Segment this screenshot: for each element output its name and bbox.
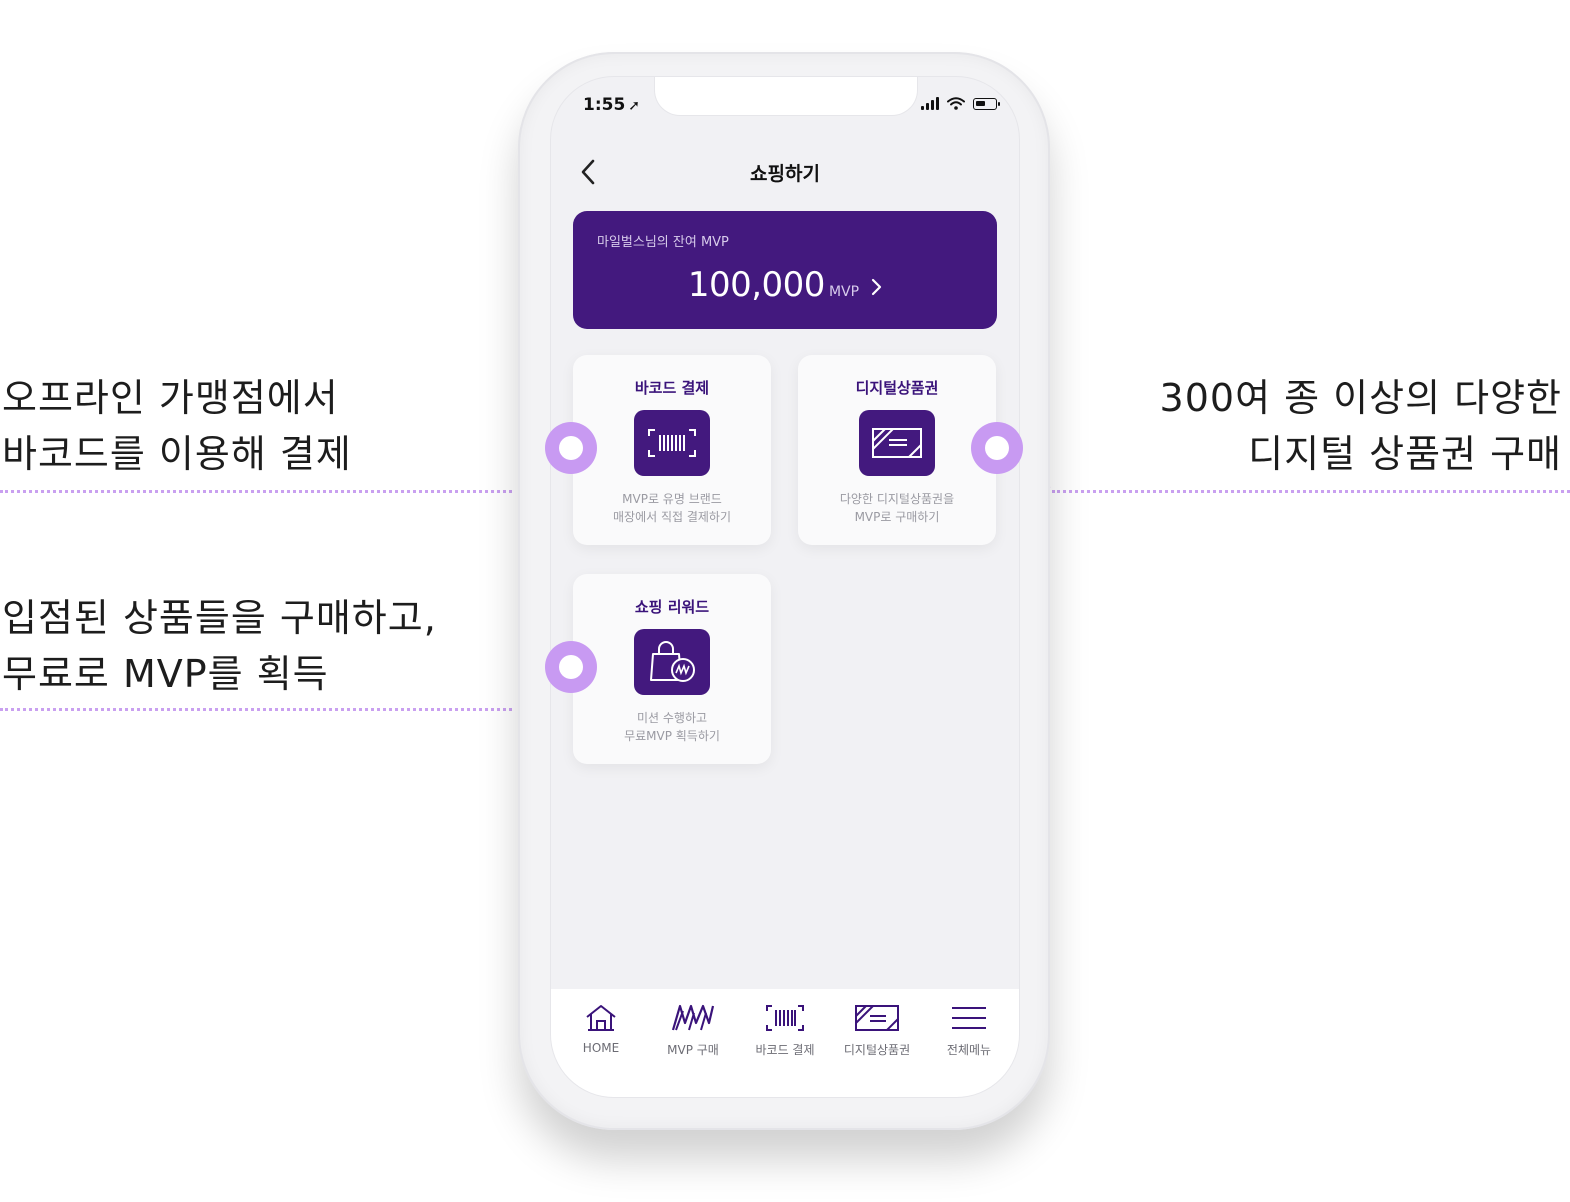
- tab-digital-giftcard[interactable]: 디지털상품권: [831, 989, 923, 1097]
- gift-card-icon: [859, 410, 935, 476]
- tab-label: HOME: [582, 1041, 620, 1055]
- bottom-tab-bar: HOME MVP 구매 바코드 결제 디지털상품권 전체메뉴: [551, 989, 1019, 1097]
- tab-mvp-purchase[interactable]: MVP 구매: [647, 989, 739, 1097]
- card-description-line: 매장에서 직접 결제하기: [612, 510, 732, 524]
- tab-all-menu[interactable]: 전체메뉴: [923, 989, 1015, 1097]
- phone-screen: 1:55 ➚ 쇼핑하기 마일벌스님의 잔여 MVP 100,000 MVP 바코드 …: [550, 76, 1020, 1098]
- annotation-giftcard: 300여 종 이상의 다양한 디지털 상품권 구매: [1160, 370, 1562, 482]
- annotation-line: 입점된 상품들을 구매하고,: [2, 596, 437, 640]
- annotation-line: 바코드를 이용해 결제: [2, 432, 352, 476]
- home-icon: [586, 1005, 616, 1031]
- barcode-icon: [766, 1005, 804, 1031]
- annotation-line: 디지털 상품권 구매: [1248, 432, 1562, 476]
- annotation-leader-line: [0, 490, 512, 493]
- balance-amount: 100,000: [687, 265, 826, 305]
- shopping-reward-card[interactable]: 쇼핑 리워드 미션 수행하고 무료MVP 획득하기: [573, 574, 771, 764]
- balance-amount-row: 100,000 MVP: [573, 265, 997, 305]
- annotation-pin: [545, 422, 597, 474]
- phone-notch: [654, 77, 918, 116]
- tab-label: 바코드 결제: [755, 1043, 815, 1057]
- digital-giftcard-card[interactable]: 디지털상품권 다양한 디지털상품권을 MVP로 구매하기: [798, 355, 996, 545]
- barcode-payment-card[interactable]: 바코드 결제 MVP로 유명 브랜드 매장에서 직접 결제하기: [573, 355, 771, 545]
- annotation-leader-line: [1052, 490, 1570, 493]
- tab-label: 전체메뉴: [946, 1043, 992, 1057]
- annotation-pin: [971, 422, 1023, 474]
- battery-icon: [973, 98, 1000, 110]
- annotation-reward: 입점된 상품들을 구매하고, 무료로 MVP를 획득: [2, 590, 437, 702]
- card-description: 미션 수행하고 무료MVP 획득하기: [573, 709, 771, 745]
- card-description-line: MVP로 유명 브랜드: [622, 492, 722, 506]
- annotation-barcode: 오프라인 가맹점에서 바코드를 이용해 결제: [2, 370, 352, 482]
- card-title: 디지털상품권: [855, 379, 939, 397]
- signal-icon: [921, 97, 939, 110]
- card-description-line: MVP로 구매하기: [854, 510, 940, 524]
- annotation-line: 무료로 MVP를 획득: [2, 652, 329, 696]
- tab-label: MVP 구매: [667, 1043, 719, 1057]
- card-description-line: 다양한 디지털상품권을: [839, 492, 955, 506]
- mvp-logo-icon: [671, 1004, 715, 1031]
- wifi-icon: [947, 97, 965, 110]
- gift-card-icon: [855, 1005, 899, 1031]
- balance-unit: MVP: [828, 284, 860, 300]
- status-time: 1:55 ➚: [583, 95, 640, 115]
- balance-label: 마일벌스님의 잔여 MVP: [597, 235, 729, 250]
- balance-card[interactable]: 마일벌스님의 잔여 MVP 100,000 MVP: [573, 211, 997, 329]
- location-arrow-icon: ➚: [628, 98, 641, 114]
- card-description: MVP로 유명 브랜드 매장에서 직접 결제하기: [573, 490, 771, 526]
- annotation-pin: [545, 641, 597, 693]
- chevron-right-icon: [872, 278, 882, 295]
- barcode-icon: [634, 410, 710, 476]
- status-time-text: 1:55: [583, 95, 626, 115]
- tab-label: 디지털상품권: [843, 1043, 911, 1057]
- annotation-leader-line: [0, 708, 512, 711]
- tab-barcode-payment[interactable]: 바코드 결제: [739, 989, 831, 1097]
- annotation-line: 300여 종 이상의 다양한: [1159, 376, 1562, 420]
- card-title: 쇼핑 리워드: [634, 598, 710, 616]
- page-title: 쇼핑하기: [750, 163, 820, 185]
- card-description: 다양한 디지털상품권을 MVP로 구매하기: [798, 490, 996, 526]
- menu-icon: [952, 1007, 986, 1029]
- card-description-line: 무료MVP 획득하기: [624, 729, 720, 743]
- shopping-bag-icon: [634, 629, 710, 695]
- card-title: 바코드 결제: [634, 379, 710, 397]
- tab-home[interactable]: HOME: [555, 989, 647, 1097]
- status-icons: [921, 97, 1000, 110]
- annotation-line: 오프라인 가맹점에서: [2, 376, 339, 420]
- card-description-line: 미션 수행하고: [636, 711, 708, 725]
